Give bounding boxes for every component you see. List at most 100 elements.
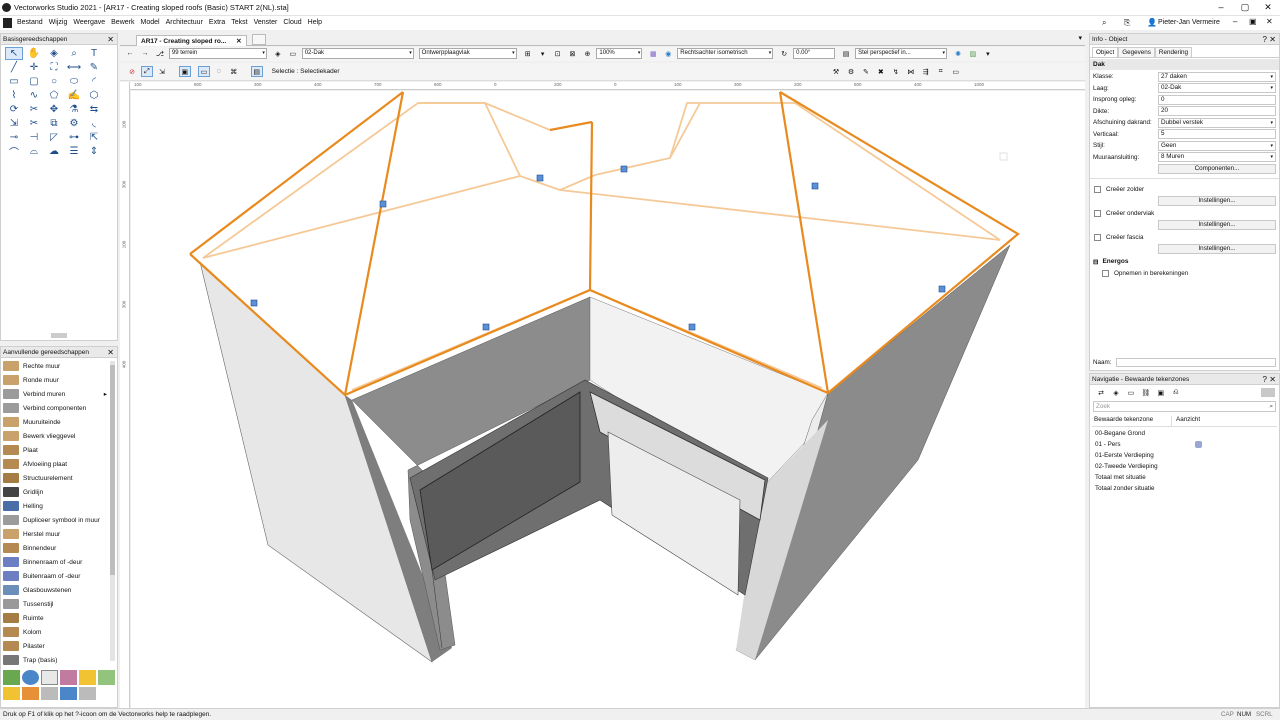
forward-arrow-icon[interactable]: → — [139, 48, 151, 59]
mirror-icon[interactable]: ⧉ — [45, 117, 63, 130]
objects-icon[interactable] — [60, 687, 77, 700]
attribute-icon[interactable]: ⚙ — [65, 117, 83, 130]
panel-options-button[interactable] — [1261, 388, 1275, 397]
document-tab[interactable]: AR17 - Creating sloped ro... ✕ — [136, 35, 247, 46]
tab-close-icon[interactable]: ✕ — [236, 38, 241, 45]
detailing-icon[interactable] — [60, 670, 77, 685]
disable-snapping-icon[interactable]: ⊘ — [126, 66, 138, 77]
classes-nav-icon[interactable]: ⇄ — [1095, 387, 1107, 398]
offset-icon[interactable]: ⇆ — [85, 103, 103, 116]
new-tab-button[interactable] — [252, 34, 266, 45]
lasso-icon[interactable]: ◌ — [213, 66, 225, 77]
minimize-icon[interactable]: – — [1214, 2, 1228, 13]
roof-model-view[interactable] — [131, 91, 1085, 708]
selection-handle[interactable] — [811, 182, 819, 190]
transform-mode-icon[interactable]: ⤢ — [140, 66, 153, 77]
help-icon[interactable]: ? — [1263, 374, 1267, 385]
tool-item[interactable]: Pilaster — [1, 639, 109, 653]
tab-rendering[interactable]: Rendering — [1154, 47, 1192, 57]
snap-surface-icon[interactable]: ⌗ — [935, 66, 947, 77]
walkthrough-icon[interactable]: ⛶ — [45, 61, 63, 74]
flyover-view-icon[interactable]: ◉ — [662, 48, 674, 59]
menu-tekst[interactable]: Tekst — [228, 16, 250, 30]
menu-architectuur[interactable]: Architectuur — [163, 16, 206, 30]
saved-view-item[interactable]: 02-Tweede Verdieping — [1092, 461, 1277, 472]
tool-item[interactable]: Kolom — [1, 625, 109, 639]
tool-item[interactable]: Helling — [1, 499, 109, 513]
tab-gegevens[interactable]: Gegevens — [1118, 47, 1155, 57]
tool-item[interactable]: Tussenstijl — [1, 597, 109, 611]
stretch-icon[interactable]: ⇱ — [85, 131, 103, 144]
site-planning-icon[interactable] — [22, 670, 39, 685]
doc-restore-icon[interactable]: ▣ — [1249, 17, 1257, 26]
tool-item[interactable]: Afvloeiing plaat — [1, 457, 109, 471]
field-value[interactable]: 27 daken ▾ — [1158, 71, 1276, 82]
references-nav-icon[interactable]: ⛓ — [1140, 387, 1152, 398]
saved-view-item[interactable]: Totaal met situatie — [1092, 472, 1277, 483]
zoom-selection-icon[interactable]: ⊠ — [566, 48, 578, 59]
checkbox[interactable] — [1094, 209, 1101, 217]
polyline-icon[interactable]: ⌇ — [5, 89, 23, 102]
field-value[interactable]: 0 — [1158, 94, 1276, 105]
connect-join-icon[interactable]: ⊶ — [65, 131, 83, 144]
name-field[interactable] — [1116, 358, 1276, 367]
selection-handle[interactable] — [482, 323, 490, 331]
column-saved-view[interactable]: Bewaarde tekenzone — [1092, 416, 1172, 426]
snap-intersection-icon[interactable]: ✖ — [875, 66, 887, 77]
close-icon[interactable]: ✕ — [1261, 2, 1275, 13]
class-select[interactable]: 99 terrein ▾ — [168, 48, 267, 59]
view-select[interactable]: Rechtsachter isometrisch ▾ — [677, 48, 774, 59]
menu-extra[interactable]: Extra — [206, 16, 228, 30]
saved-view-item[interactable]: 01 - Pers — [1092, 439, 1277, 450]
layer-select[interactable]: 02-Dak ▾ — [301, 48, 414, 59]
column-view[interactable]: Aanzicht — [1172, 416, 1200, 426]
sheets-nav-icon[interactable]: ▭ — [1125, 387, 1137, 398]
checkbox[interactable] — [1102, 269, 1109, 277]
tool-item[interactable]: Verbind muren ▸ — [1, 387, 109, 401]
zoom-select[interactable]: 100% ▾ — [596, 48, 643, 59]
pan-hand-icon[interactable]: ✋ — [25, 47, 43, 60]
spline-icon[interactable]: ∿ — [25, 89, 43, 102]
tool-item[interactable]: Binnendeur — [1, 541, 109, 555]
tool-item[interactable]: Rechte muur — [1, 359, 109, 373]
fillet-icon[interactable]: ◟ — [85, 117, 103, 130]
menu-weergave[interactable]: Weergave — [70, 16, 108, 30]
move-icon[interactable]: ✥ — [45, 103, 63, 116]
polygon-icon[interactable]: ⬠ — [45, 89, 63, 102]
selection-handle[interactable] — [250, 299, 258, 307]
view-options-icon[interactable]: ▾ — [537, 48, 549, 59]
light-icon[interactable]: ✺ — [952, 48, 964, 59]
oval-icon[interactable]: ⬭ — [65, 75, 83, 88]
option-checkbox[interactable]: Creëer fascia — [1090, 231, 1279, 243]
selection-handle[interactable] — [379, 200, 387, 208]
section-icon[interactable]: ▨ — [967, 48, 979, 59]
flyover-icon[interactable]: ◈ — [45, 47, 63, 60]
saved-view-item[interactable]: 00-Begane Grond — [1092, 428, 1277, 439]
split-icon[interactable]: ✂ — [25, 117, 43, 130]
field-value[interactable]: 20 — [1158, 106, 1276, 117]
selection-handle[interactable] — [620, 165, 628, 173]
tool-set-icon[interactable] — [41, 687, 58, 700]
checkbox[interactable] — [1094, 185, 1101, 193]
menu-model[interactable]: Model — [137, 16, 162, 30]
unified-view-icon[interactable]: ▦ — [647, 48, 659, 59]
tab-list-chevron-icon[interactable]: ▾ — [1078, 34, 1082, 42]
connect-icon[interactable]: ⊸ — [5, 131, 23, 144]
settings-button[interactable]: Instellingen... — [1158, 220, 1276, 230]
close-icon[interactable]: ✕ — [1269, 374, 1276, 385]
line-icon[interactable]: ╱ — [5, 61, 23, 74]
doc-close-icon[interactable]: ✕ — [1266, 17, 1273, 26]
tool-item[interactable]: Herstel muur — [1, 527, 109, 541]
working-plane-icon[interactable]: ▭ — [950, 66, 962, 77]
lighting-icon[interactable] — [3, 687, 20, 700]
trim-icon[interactable]: ⊣ — [25, 131, 43, 144]
field-value[interactable]: Dubbel verstek ▾ — [1158, 117, 1276, 128]
tool-item[interactable]: Ruimte — [1, 611, 109, 625]
close-icon[interactable]: ✕ — [107, 347, 114, 358]
rounded-rect-icon[interactable]: ▢ — [25, 75, 43, 88]
visualization-icon[interactable] — [79, 670, 96, 685]
tab-object[interactable]: Object — [1092, 47, 1119, 57]
energos-section[interactable]: ⊟ Energos — [1090, 256, 1279, 267]
settings-button[interactable]: Instellingen... — [1158, 244, 1276, 254]
field-value[interactable]: 02-Dak ▾ — [1158, 83, 1276, 94]
